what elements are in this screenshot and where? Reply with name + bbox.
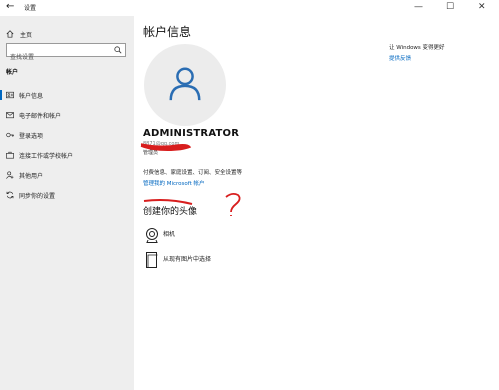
- person-add-icon: [6, 171, 14, 179]
- manage-microsoft-account-link[interactable]: 管理我的 Microsoft 帐户: [143, 179, 205, 187]
- sidebar-item-other-users[interactable]: 其他用户: [0, 168, 134, 182]
- sidebar-item-label: 登录选项: [19, 133, 44, 140]
- sidebar-item-sign-in-options[interactable]: 登录选项: [0, 128, 134, 142]
- search-input[interactable]: [7, 51, 110, 64]
- user-icon: [169, 67, 201, 101]
- sidebar-item-label: 帐户信息: [19, 93, 44, 100]
- sidebar-item-sync-settings[interactable]: 同步你的设置: [0, 188, 134, 202]
- sidebar-item-label: 连接工作或学校帐户: [19, 153, 74, 160]
- sync-icon: [6, 191, 14, 199]
- maximize-button[interactable]: ☐: [446, 2, 454, 12]
- sidebar-item-email-accounts[interactable]: 电子邮件和帐户: [0, 108, 134, 122]
- browse-picture-option[interactable]: 从现有图片中选择: [143, 251, 303, 271]
- browse-picture-label: 从现有图片中选择: [163, 256, 212, 263]
- feedback-link[interactable]: 提供反馈: [389, 54, 411, 62]
- section-heading: 帐户: [6, 69, 19, 76]
- person-card-icon: [6, 91, 14, 99]
- key-icon: [6, 132, 14, 138]
- window-title: 设置: [24, 5, 37, 12]
- sidebar: 主页 帐户 帐户信息 电子邮件和帐户 登录选项 连接工作或学校帐户 其他用户 同…: [0, 16, 134, 390]
- billing-description: 付费信息、家庭设置、订阅、安全设置等: [143, 170, 243, 176]
- home-label: 主页: [20, 31, 33, 39]
- briefcase-icon: [6, 151, 14, 159]
- camera-label: 相机: [163, 231, 176, 238]
- main-content: 帐户信息 ADMINISTRATOR 8871@qq.com 管理员 付费信息、…: [134, 16, 499, 390]
- camera-option[interactable]: 相机: [143, 226, 303, 246]
- close-button[interactable]: ✕: [478, 2, 486, 12]
- sidebar-item-label: 电子邮件和帐户: [19, 113, 62, 120]
- page-title: 帐户信息: [143, 25, 192, 39]
- account-role: 管理员: [143, 150, 159, 156]
- sidebar-item-account-info[interactable]: 帐户信息: [0, 88, 134, 102]
- minimize-button[interactable]: —: [414, 2, 423, 12]
- sidebar-item-label: 其他用户: [19, 173, 44, 180]
- camera-icon: [146, 228, 158, 243]
- browse-icon: [146, 252, 158, 268]
- avatar: [144, 44, 226, 126]
- home-icon: [6, 30, 14, 38]
- windows-feedback-text: 让 Windows 变得更好: [389, 45, 445, 51]
- search-icon[interactable]: [114, 46, 122, 54]
- home-nav-item[interactable]: 主页: [6, 28, 32, 40]
- account-username: ADMINISTRATOR: [143, 128, 240, 139]
- search-box[interactable]: [6, 43, 126, 64]
- create-avatar-heading: 创建你的头像: [143, 207, 198, 217]
- sidebar-item-work-school[interactable]: 连接工作或学校帐户: [0, 148, 134, 162]
- sidebar-item-label: 同步你的设置: [19, 193, 56, 200]
- back-button[interactable]: ←: [6, 1, 14, 12]
- account-email: 8871@qq.com: [143, 141, 180, 147]
- mail-icon: [6, 112, 14, 119]
- title-bar: ← 设置 — ☐ ✕: [0, 0, 499, 16]
